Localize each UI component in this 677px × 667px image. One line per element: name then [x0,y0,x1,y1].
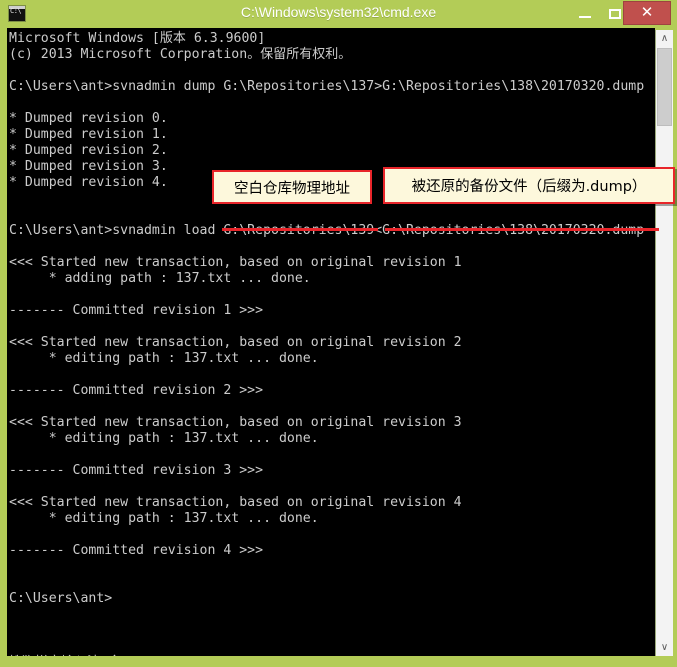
scroll-up-arrow-icon[interactable]: ∧ [656,30,673,47]
console-line: ------- Committed revision 4 >>> [9,543,264,558]
maximize-icon [609,9,621,19]
console-line: <<< Started new transaction, based on or… [9,495,462,510]
console-line: ------- Committed revision 1 >>> [9,303,264,318]
title-bar[interactable]: C:\ C:\Windows\system32\cmd.exe ✕ [0,0,677,28]
console-line: * adding path : 137.txt ... done. [9,271,311,286]
console-line: ------- Committed revision 2 >>> [9,383,264,398]
minimize-button[interactable] [570,0,600,27]
console-line: * editing path : 137.txt ... done. [9,351,319,366]
console-line: * editing path : 137.txt ... done. [9,431,319,446]
console-line: * editing path : 137.txt ... done. [9,511,319,526]
annotation-callout-dump-file: 被还原的备份文件（后缀为.dump） [383,167,675,204]
console-line: * Dumped revision 0. [9,111,168,126]
console-line: <<< Started new transaction, based on or… [9,415,462,430]
console-line: C:\Users\ant>svnadmin dump G:\Repositori… [9,79,645,94]
annotation-underline-dump-file [385,228,659,231]
close-icon: ✕ [640,4,654,21]
console-line: Microsoft Windows [版本 6.3.9600] [9,31,266,46]
console-line: * Dumped revision 2. [9,143,168,158]
minimize-icon [579,16,591,18]
close-button[interactable]: ✕ [623,1,671,25]
annotation-underline-target-repo [222,228,378,231]
console-line: (c) 2013 Microsoft Corporation。保留所有权利。 [9,47,352,62]
console-line: C:\Users\ant>svnadmin load G:\Repositori… [9,223,644,238]
console-text: Microsoft Windows [版本 6.3.9600] (c) 2013 … [9,31,644,656]
annotation-callout-empty-repo-path: 空白仓库物理地址 [212,170,372,204]
console-line: <<< Started new transaction, based on or… [9,335,462,350]
scrollbar-thumb[interactable] [657,48,672,126]
cmd-window: C:\ C:\Windows\system32\cmd.exe ✕ Micros… [0,0,677,667]
console-output-area[interactable]: Microsoft Windows [版本 6.3.9600] (c) 2013 … [7,28,655,656]
console-line: * Dumped revision 1. [9,127,168,142]
console-line: 搜狗拼音输入法 全 ： [9,655,644,656]
console-line: <<< Started new transaction, based on or… [9,255,462,270]
console-scrollbar[interactable]: ∧ ∨ [655,30,673,656]
console-line: C:\Users\ant> [9,591,113,606]
console-line: ------- Committed revision 3 >>> [9,463,264,478]
scroll-down-arrow-icon[interactable]: ∨ [656,639,673,656]
